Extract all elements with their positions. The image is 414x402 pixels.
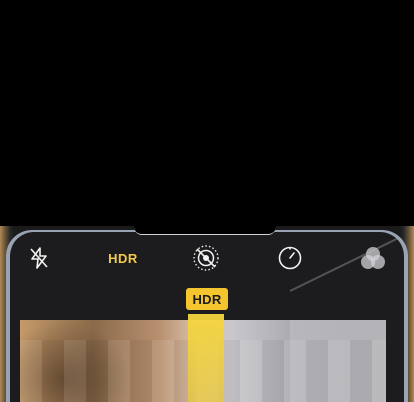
- hdr-highlight-strip: [188, 314, 224, 402]
- flash-off-icon[interactable]: [26, 245, 52, 271]
- timer-icon[interactable]: [276, 244, 304, 272]
- phone-notch: [134, 226, 276, 235]
- camera-screenshot: HDR HDR: [0, 0, 414, 402]
- camera-top-toolbar: HDR: [10, 232, 404, 284]
- hdr-toggle-button[interactable]: HDR: [106, 248, 140, 268]
- camera-screen: HDR HDR: [10, 232, 404, 402]
- live-photo-off-icon[interactable]: [192, 244, 220, 272]
- hdr-badge: HDR: [186, 288, 228, 310]
